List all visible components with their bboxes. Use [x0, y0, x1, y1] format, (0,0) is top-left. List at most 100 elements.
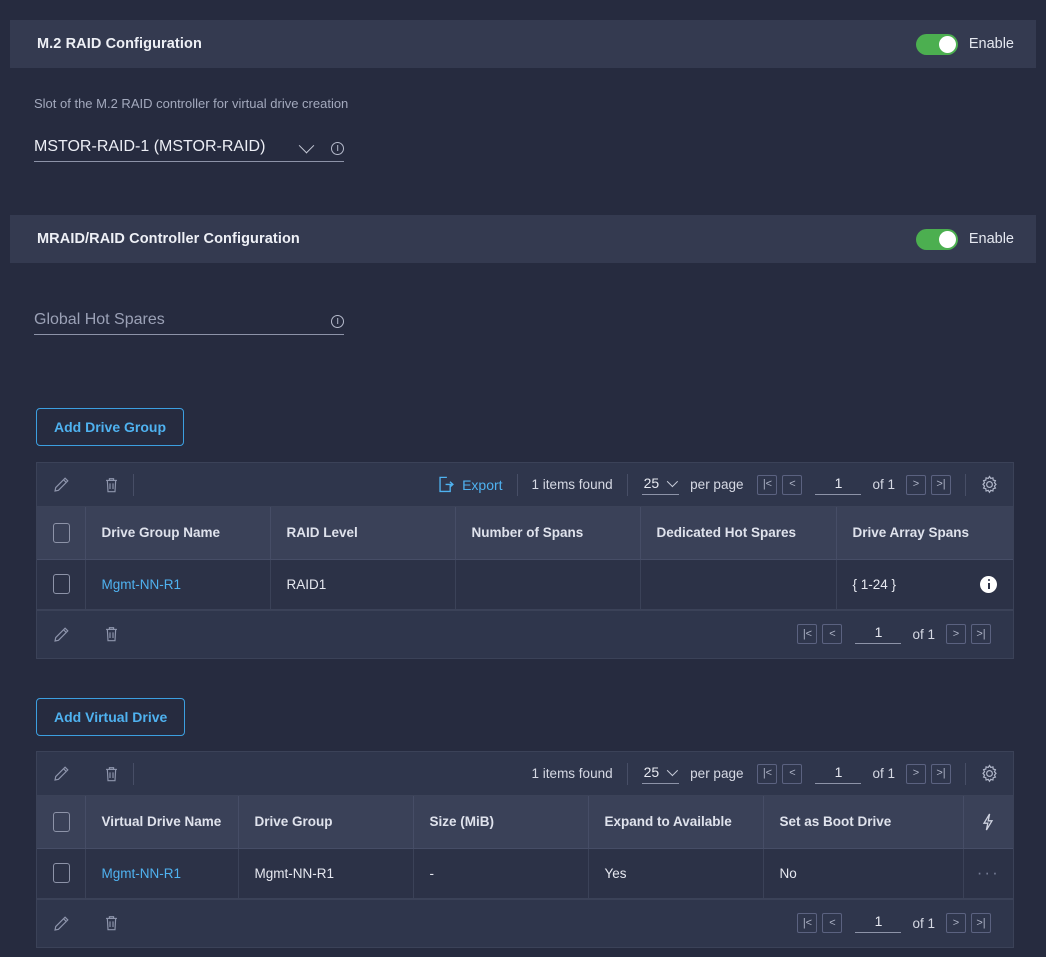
prev-page-button[interactable]: <	[822, 913, 843, 933]
edit-icon[interactable]	[53, 915, 70, 932]
table-row: Mgmt-NN-R1 RAID1 { 1-24 }	[37, 559, 1013, 610]
cell-dedicated-hot-spares	[640, 559, 837, 610]
next-page-button[interactable]: >	[906, 763, 926, 784]
m2-raid-enable-toggle[interactable]	[915, 33, 958, 55]
pagination-prev-group: |< <	[797, 913, 843, 933]
column-header: Size (MiB)	[413, 796, 589, 849]
info-icon[interactable]	[331, 142, 344, 155]
pagination-prev-group: |< <	[797, 624, 843, 644]
delete-icon[interactable]	[104, 914, 119, 932]
per-page-select[interactable]: 25	[641, 474, 680, 495]
column-header: Drive Array Spans	[836, 507, 1013, 560]
first-page-button[interactable]: |<	[757, 474, 778, 495]
prev-page-button[interactable]: <	[822, 624, 843, 644]
first-page-button[interactable]: |<	[757, 763, 778, 784]
divider	[133, 762, 134, 785]
divider	[516, 473, 518, 496]
m2-slot-field-label: Slot of the M.2 RAID controller for virt…	[34, 96, 349, 111]
export-label: Export	[462, 476, 503, 493]
cell-drive-array-spans: { 1-24 }	[836, 559, 1013, 610]
delete-icon[interactable]	[104, 625, 119, 643]
export-button[interactable]: Export	[438, 476, 503, 493]
divider	[626, 473, 628, 496]
column-header: RAID Level	[270, 507, 456, 560]
delete-icon[interactable]	[104, 476, 119, 494]
items-found-count: 1 items found	[531, 766, 613, 781]
chevron-down-icon[interactable]	[298, 137, 315, 154]
table-header-row: Virtual Drive Name Drive Group Size (MiB…	[37, 796, 1013, 849]
cell-virtual-drive-name: Mgmt-NN-R1	[85, 848, 239, 899]
settings-gear-icon[interactable]	[980, 475, 999, 494]
first-page-button[interactable]: |<	[797, 624, 818, 644]
global-hot-spares-icons	[331, 315, 344, 329]
select-all-header	[37, 796, 86, 849]
pagination-prev-group: |< <	[757, 763, 803, 784]
row-select-cell	[37, 848, 86, 899]
global-hot-spares-input[interactable]: Global Hot Spares	[34, 311, 344, 335]
next-page-button[interactable]: >	[946, 624, 966, 644]
edit-icon[interactable]	[53, 626, 70, 643]
divider	[965, 473, 966, 496]
m2-slot-value: MSTOR-RAID-1 (MSTOR-RAID)	[34, 138, 266, 155]
mraid-enable-label: Enable	[968, 231, 1014, 247]
per-page-label: per page	[690, 766, 744, 781]
last-page-button[interactable]: >|	[971, 624, 991, 644]
section-title: M.2 RAID Configuration	[37, 36, 202, 52]
select-all-header	[37, 507, 86, 560]
page-number-input[interactable]: 1	[815, 475, 862, 495]
toggle-knob	[938, 35, 956, 53]
next-page-button[interactable]: >	[906, 474, 926, 495]
page-total-label: of 1	[912, 626, 935, 642]
select-all-checkbox[interactable]	[53, 522, 70, 543]
page-number-input[interactable]: 1	[855, 913, 902, 933]
edit-icon[interactable]	[53, 765, 70, 782]
last-page-button[interactable]: >|	[931, 763, 951, 784]
divider	[965, 762, 966, 785]
row-checkbox[interactable]	[53, 863, 70, 883]
delete-icon[interactable]	[104, 765, 119, 783]
edit-icon[interactable]	[53, 476, 70, 493]
global-hot-spares-placeholder: Global Hot Spares	[34, 311, 165, 328]
m2-raid-enable-label: Enable	[968, 36, 1014, 52]
cell-raid-level: RAID1	[270, 559, 456, 610]
virtual-drive-name-link[interactable]: Mgmt-NN-R1	[102, 866, 182, 881]
virtual-drive-footer: |< < 1 of 1 > >|	[37, 898, 1013, 947]
drive-group-name-link[interactable]: Mgmt-NN-R1	[102, 577, 182, 592]
divider	[133, 473, 134, 496]
column-header: Expand to Available	[588, 796, 764, 849]
per-page-value: 25	[643, 474, 660, 491]
add-virtual-drive-button[interactable]: Add Virtual Drive	[36, 698, 186, 736]
last-page-button[interactable]: >|	[971, 913, 991, 933]
page-number-input[interactable]: 1	[815, 764, 862, 784]
cell-number-of-spans	[455, 559, 641, 610]
prev-page-button[interactable]: <	[782, 763, 803, 784]
row-actions-menu[interactable]: ···	[977, 863, 1000, 882]
info-icon[interactable]	[980, 575, 997, 593]
add-drive-group-button[interactable]: Add Drive Group	[36, 408, 185, 446]
cell-expand-to-available: Yes	[588, 848, 764, 899]
page-number-input[interactable]: 1	[855, 624, 902, 644]
per-page-select[interactable]: 25	[641, 764, 680, 784]
row-checkbox[interactable]	[53, 574, 70, 594]
mraid-enable-toggle[interactable]	[915, 228, 958, 250]
pagination-next-group: > >|	[946, 913, 991, 933]
next-page-button[interactable]: >	[946, 913, 966, 933]
drive-array-spans-value: { 1-24 }	[852, 576, 897, 592]
mraid-enable-group: Enable	[915, 228, 1014, 250]
drive-group-footer: |< < 1 of 1 > >|	[37, 609, 1013, 658]
section-header-mraid: MRAID/RAID Controller Configuration Enab…	[10, 215, 1036, 263]
cell-row-actions: ···	[963, 848, 1013, 899]
last-page-button[interactable]: >|	[931, 474, 951, 495]
drive-group-toolbar: Export 1 items found 25 per page |< < 1 …	[37, 463, 1013, 507]
first-page-button[interactable]: |<	[797, 913, 818, 933]
divider	[626, 762, 628, 785]
pagination-prev-group: |< <	[757, 474, 803, 495]
prev-page-button[interactable]: <	[782, 474, 803, 495]
select-all-checkbox[interactable]	[53, 811, 70, 832]
pagination-next-group: > >|	[906, 763, 951, 784]
section-header-m2-raid: M.2 RAID Configuration Enable	[10, 20, 1036, 68]
raid-configuration-page: M.2 RAID Configuration Enable Slot of th…	[0, 0, 1046, 957]
settings-gear-icon[interactable]	[980, 764, 999, 783]
info-icon[interactable]	[331, 315, 344, 328]
m2-slot-select[interactable]: MSTOR-RAID-1 (MSTOR-RAID)	[34, 137, 344, 162]
